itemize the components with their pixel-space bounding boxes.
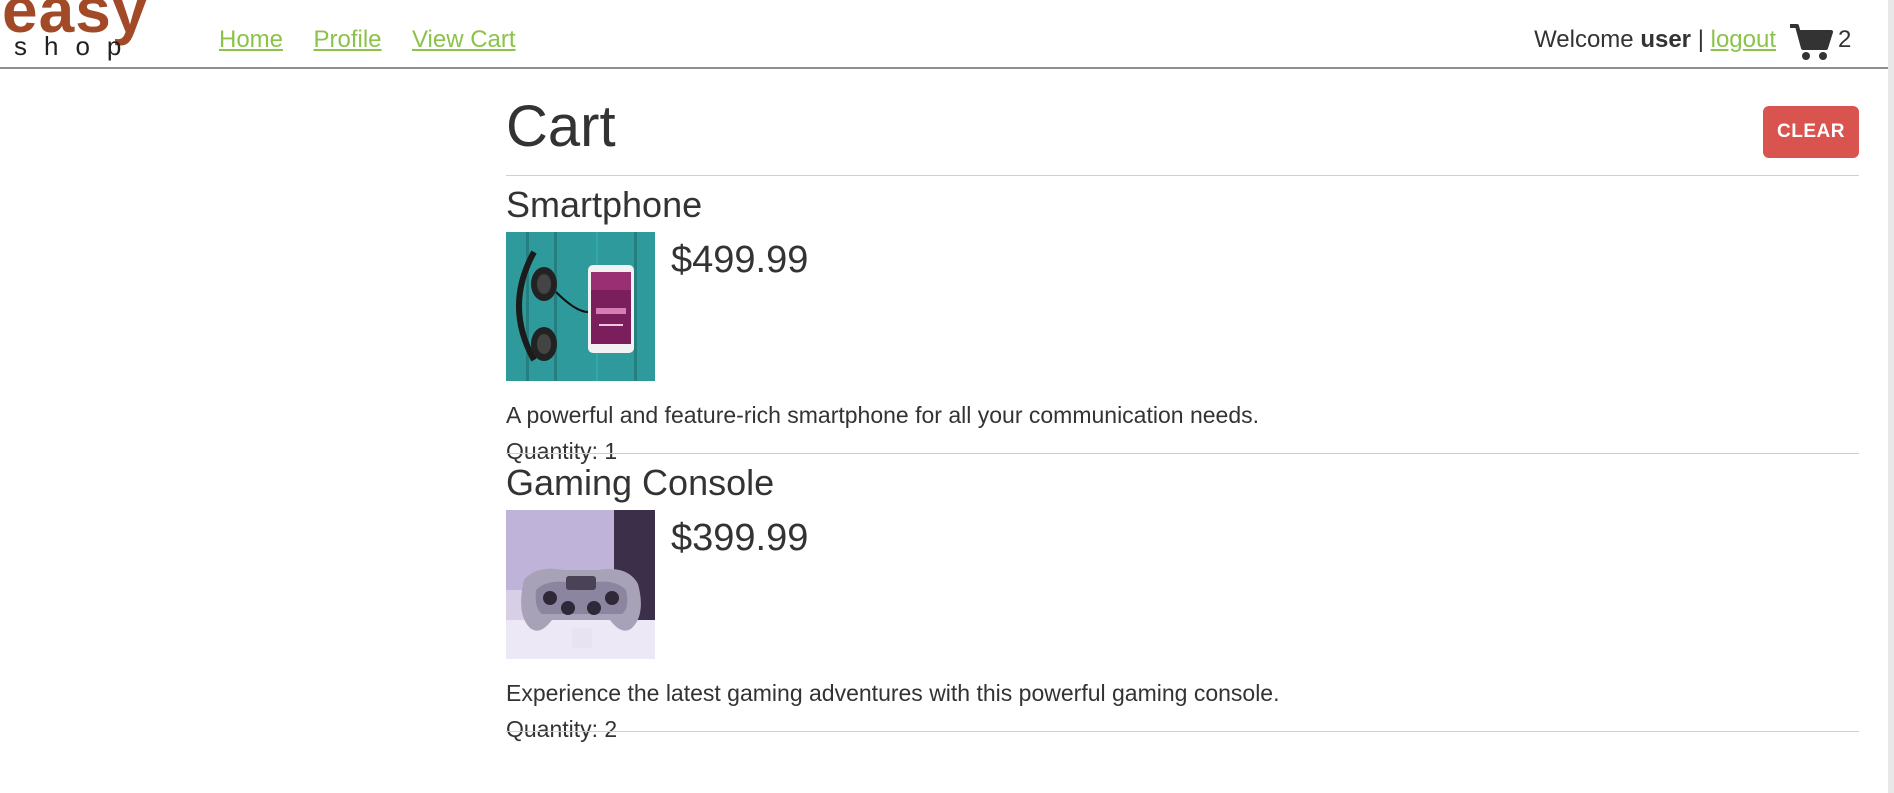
clear-cart-button[interactable]: CLEAR [1763,106,1859,158]
item-description: A powerful and feature-rich smartphone f… [506,402,1260,428]
cart-item: Gaming Console $399.99 Experience the la… [506,454,1859,742]
page-title: Cart [506,94,616,159]
item-name: Smartphone [506,184,703,225]
cart-item: Smartphone $499.99 A powerful and featur… [506,176,1859,464]
site-logo[interactable]: easy shop [0,0,190,60]
game-controller-image [506,510,655,659]
welcome-text: Welcome [1534,26,1634,53]
page: easy shop Home Profile View Cart Welcome… [0,0,1894,793]
site-header: easy shop Home Profile View Cart Welcome… [0,0,1894,69]
user-area: Welcome user | logout [1396,26,1776,54]
item-description: Experience the latest gaming adventures … [506,680,1280,706]
divider [506,731,1859,732]
username: user [1640,26,1692,53]
separator: | [1697,26,1704,53]
cart-count-badge: 2 [1838,26,1852,53]
nav-link-view-cart[interactable]: View Cart [412,26,516,53]
logo-wordmark-bottom: shop [14,31,139,61]
item-price: $499.99 [671,239,809,281]
item-quantity: Quantity: 2 [506,716,618,742]
main-nav: Home Profile View Cart [219,26,542,54]
logout-link[interactable]: logout [1711,26,1776,53]
nav-link-profile[interactable]: Profile [313,26,381,53]
vertical-scrollbar[interactable] [1888,0,1894,793]
cart-icon[interactable] [1788,22,1834,62]
item-name: Gaming Console [506,462,775,503]
nav-link-home[interactable]: Home [219,26,283,53]
smartphone-image [506,232,655,381]
item-price: $399.99 [671,517,809,559]
